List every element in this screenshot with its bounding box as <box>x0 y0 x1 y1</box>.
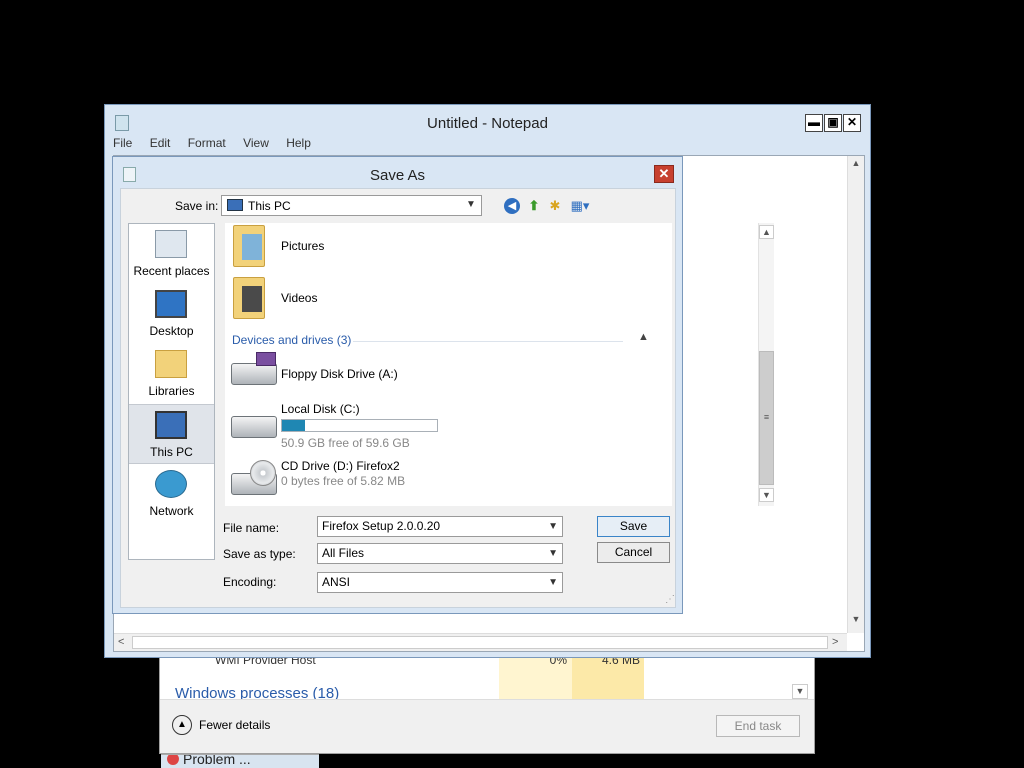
task-manager-footer: ▲ Fewer details End task <box>160 699 814 753</box>
chevron-down-icon[interactable]: ▼ <box>548 573 558 592</box>
recent-places-icon <box>155 230 187 258</box>
scroll-down-button[interactable]: ▼ <box>759 488 774 502</box>
place-label: Network <box>149 504 194 518</box>
dialog-body: Save in: This PC ▼ ◀ ⬆ ✱ ▦▾ Recent place… <box>120 188 774 608</box>
dialog-title: Save As <box>369 167 426 184</box>
up-folder-icon[interactable]: ⬆ <box>525 197 543 215</box>
item-label: CD Drive (D:) Firefox2 <box>281 459 400 473</box>
chevron-down-icon[interactable]: ▼ <box>548 544 558 563</box>
view-menu-icon[interactable]: ▦▾ <box>567 197 593 215</box>
minimize-button[interactable]: ▬ <box>805 114 823 132</box>
scrollbar-thumb[interactable]: ≡ <box>759 351 774 485</box>
scroll-left-button[interactable]: < <box>118 636 124 648</box>
file-list[interactable]: Pictures Videos Devices and drives (3) ▲… <box>225 223 774 506</box>
save-in-combo[interactable]: This PC ▼ <box>221 195 482 216</box>
this-pc-icon <box>155 411 187 439</box>
taskbar-item[interactable]: Problem ... <box>161 754 319 768</box>
window-title: Untitled - Notepad <box>427 115 548 132</box>
item-sub: 50.9 GB free of 59.6 GB <box>281 436 410 450</box>
disk-usage-bar <box>281 419 438 432</box>
scroll-up-button[interactable]: ▲ <box>848 158 864 172</box>
menu-file[interactable]: File <box>113 136 132 150</box>
desktop-icon <box>155 290 187 318</box>
item-label: Videos <box>281 291 318 305</box>
menu-view[interactable]: View <box>243 136 269 150</box>
close-button[interactable]: ✕ <box>843 114 861 132</box>
place-desktop[interactable]: Desktop <box>129 284 214 344</box>
item-label: Pictures <box>281 239 325 253</box>
list-item[interactable]: Pictures <box>225 223 755 273</box>
task-manager-window: WMI Provider Host 0% 4.6 MB Windows proc… <box>159 650 815 754</box>
list-item[interactable]: Videos <box>225 275 755 325</box>
file-name-input[interactable]: Firefox Setup 2.0.0.20 ▼ <box>317 516 563 537</box>
fewer-details-link[interactable]: Fewer details <box>199 718 270 732</box>
item-label: Local Disk (C:) <box>281 402 360 416</box>
save-button[interactable]: Save <box>597 516 670 537</box>
close-button[interactable]: ✕ <box>654 165 674 183</box>
place-libraries[interactable]: Libraries <box>129 344 214 404</box>
place-recent-places[interactable]: Recent places <box>129 224 214 284</box>
encoding-label: Encoding: <box>223 575 277 589</box>
file-name-label: File name: <box>223 521 280 535</box>
floppy-drive-icon <box>231 352 277 385</box>
scroll-up-button[interactable]: ▲ <box>759 225 774 239</box>
chevron-down-icon[interactable]: ▼ <box>466 199 476 210</box>
save-as-dialog: Save As ✕ Save in: This PC ▼ ◀ ⬆ ✱ ▦▾ Re… <box>112 156 774 614</box>
end-task-button[interactable]: End task <box>716 715 800 737</box>
cd-drive-icon <box>231 460 277 495</box>
disk-usage-fill <box>282 420 305 431</box>
place-this-pc[interactable]: This PC <box>129 404 214 464</box>
scroll-down-button[interactable]: ▼ <box>848 614 864 628</box>
scroll-right-button[interactable]: > <box>832 636 838 648</box>
scroll-down-button[interactable]: ▼ <box>792 684 808 699</box>
place-label: This PC <box>150 445 193 459</box>
menu-bar: File Edit Format View Help <box>113 136 325 154</box>
item-label: Floppy Disk Drive (A:) <box>281 367 398 381</box>
save-as-type-value: All Files <box>322 546 365 560</box>
group-divider <box>353 341 623 342</box>
save-as-type-select[interactable]: All Files ▼ <box>317 543 563 564</box>
save-in-label: Save in: <box>175 199 219 213</box>
save-in-value: This PC <box>248 199 291 213</box>
menu-edit[interactable]: Edit <box>150 136 171 150</box>
libraries-icon <box>155 350 187 378</box>
vertical-scrollbar[interactable]: ▲ ▼ <box>847 156 864 633</box>
menu-help[interactable]: Help <box>286 136 311 150</box>
encoding-value: ANSI <box>322 575 351 589</box>
save-as-type-label: Save as type: <box>223 547 296 561</box>
menu-format[interactable]: Format <box>188 136 226 150</box>
group-header[interactable]: Devices and drives (3) <box>232 333 351 347</box>
chevron-up-icon[interactable]: ▲ <box>172 715 192 735</box>
network-icon <box>155 470 187 498</box>
hard-disk-icon <box>231 416 277 438</box>
taskbar-item-label: Problem ... <box>183 754 251 767</box>
maximize-button[interactable]: ▣ <box>824 114 842 132</box>
pictures-folder-icon <box>233 225 265 267</box>
back-arrow-icon[interactable]: ◀ <box>504 198 520 214</box>
place-network[interactable]: Network <box>129 464 214 524</box>
place-label: Libraries <box>148 384 195 398</box>
list-item[interactable]: CD Drive (D:) Firefox2 0 bytes free of 5… <box>225 455 755 505</box>
new-folder-icon[interactable]: ✱ <box>546 197 564 215</box>
places-bar: Recent places Desktop Libraries This PC … <box>128 223 215 560</box>
encoding-select[interactable]: ANSI ▼ <box>317 572 563 593</box>
this-pc-icon <box>227 199 243 211</box>
videos-folder-icon <box>233 277 265 319</box>
chevron-down-icon[interactable]: ▼ <box>548 517 558 536</box>
file-name-value: Firefox Setup 2.0.0.20 <box>322 519 441 533</box>
vertical-scrollbar[interactable]: ▲ ≡ ▼ <box>758 223 774 506</box>
app-icon <box>167 755 179 765</box>
list-item[interactable]: Local Disk (C:) 50.9 GB free of 59.6 GB <box>225 398 755 453</box>
item-sub: 0 bytes free of 5.82 MB <box>281 474 406 488</box>
place-label: Recent places <box>133 264 210 278</box>
cancel-button[interactable]: Cancel <box>597 542 670 563</box>
scrollbar-track[interactable] <box>132 636 828 649</box>
resize-grip-icon[interactable]: ⋰ <box>665 594 675 605</box>
horizontal-scrollbar[interactable]: < > <box>114 633 847 651</box>
chevron-up-icon[interactable]: ▲ <box>638 331 649 343</box>
place-label: Desktop <box>149 324 194 338</box>
list-item[interactable]: Floppy Disk Drive (A:) <box>225 351 755 395</box>
